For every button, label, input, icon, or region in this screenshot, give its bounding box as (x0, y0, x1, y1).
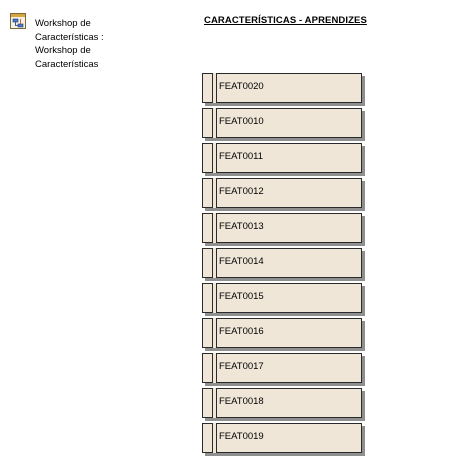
feature-element[interactable]: FEAT0017 (202, 353, 362, 383)
feature-element[interactable]: FEAT0019 (202, 423, 362, 453)
feature-label: FEAT0011 (219, 151, 264, 162)
feature-element[interactable]: FEAT0012 (202, 178, 362, 208)
feature-label: FEAT0015 (219, 291, 264, 302)
feature-label: FEAT0019 (219, 431, 264, 442)
feature-label: FEAT0010 (219, 116, 264, 127)
feature-label: FEAT0018 (219, 396, 264, 407)
feature-label: FEAT0012 (219, 186, 264, 197)
feature-element[interactable]: FEAT0020 (202, 73, 362, 103)
feature-element[interactable]: FEAT0016 (202, 318, 362, 348)
feature-element[interactable]: FEAT0011 (202, 143, 362, 173)
feature-element[interactable]: FEAT0014 (202, 248, 362, 278)
feature-element[interactable]: FEAT0015 (202, 283, 362, 313)
feature-element[interactable]: FEAT0018 (202, 388, 362, 418)
feature-label: FEAT0020 (219, 81, 264, 92)
feature-element[interactable]: FEAT0013 (202, 213, 362, 243)
diagram-title: CARACTERÍSTICAS - APRENDIZES (204, 15, 367, 26)
feature-label: FEAT0013 (219, 221, 264, 232)
diagram-icon (10, 13, 26, 29)
feature-label: FEAT0017 (219, 361, 264, 372)
diagram-name: Workshop de Características : Workshop d… (35, 18, 104, 70)
feature-label: FEAT0016 (219, 326, 264, 337)
feature-label: FEAT0014 (219, 256, 264, 267)
feature-element[interactable]: FEAT0010 (202, 108, 362, 138)
